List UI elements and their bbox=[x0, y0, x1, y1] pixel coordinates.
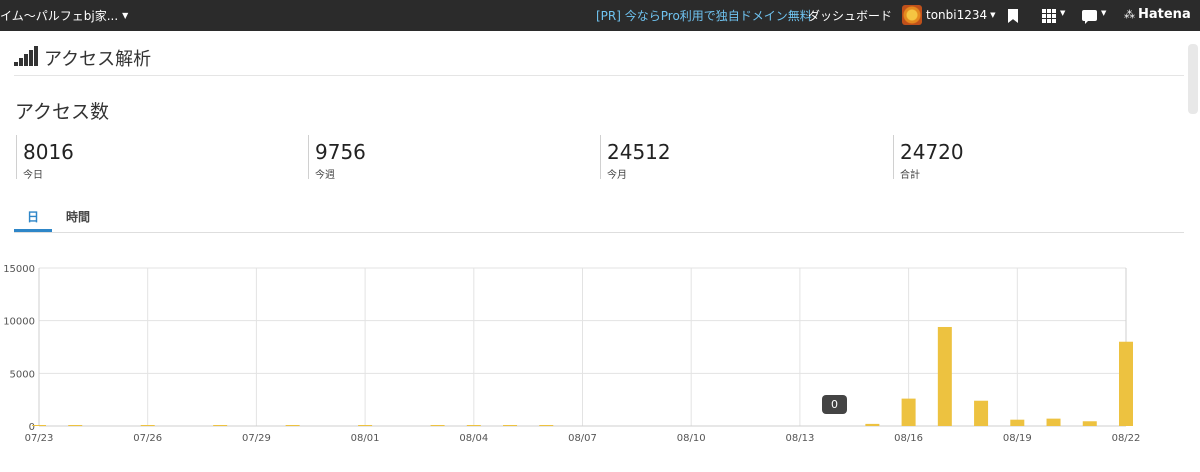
signal-bars-icon bbox=[14, 46, 40, 66]
x-tick-label: 08/13 bbox=[785, 433, 814, 444]
stat-value: 24512 bbox=[607, 140, 671, 164]
notification-bubble-icon[interactable] bbox=[1082, 10, 1097, 24]
scrollbar-thumb[interactable] bbox=[1188, 44, 1198, 114]
x-tick-label: 08/01 bbox=[351, 433, 380, 444]
chart-bar bbox=[503, 425, 518, 426]
chart-bar bbox=[1119, 341, 1133, 426]
access-bar-chart: 15000100005000007/23 07/26 07/29 08/01 08/04… bbox=[3, 264, 1141, 444]
x-tick-label: 08/19 bbox=[1003, 433, 1032, 444]
avatar bbox=[902, 5, 922, 25]
chart-tooltip: 0 bbox=[822, 395, 847, 414]
user-menu[interactable]: tonbi1234 ▼ bbox=[902, 5, 996, 25]
stat-total: 24720 合計 bbox=[893, 135, 964, 181]
apps-grid-icon[interactable] bbox=[1042, 9, 1056, 23]
tab-hour[interactable]: 時間 bbox=[66, 208, 90, 225]
chart-bar bbox=[1082, 421, 1097, 426]
chart-bar bbox=[937, 326, 952, 426]
bookmark-icon[interactable] bbox=[1008, 9, 1018, 23]
y-tick-label: 5000 bbox=[10, 369, 35, 380]
y-tick-label: 10000 bbox=[3, 317, 35, 328]
chevron-down-icon: ▼ bbox=[122, 11, 129, 20]
x-tick-label: 08/04 bbox=[459, 433, 488, 444]
blog-name: イム〜パルフェbj家... bbox=[0, 9, 119, 23]
brand-name: Hatena bbox=[1138, 7, 1191, 22]
stat-week: 9756 今週 bbox=[308, 135, 366, 181]
chart-bar bbox=[865, 423, 880, 426]
chart-bar bbox=[1010, 419, 1025, 426]
stat-label: 合計 bbox=[900, 170, 920, 181]
stat-label: 今週 bbox=[315, 170, 335, 181]
x-tick-label: 08/07 bbox=[568, 433, 597, 444]
chevron-down-icon: ▼ bbox=[990, 11, 996, 19]
y-tick-label: 0 bbox=[29, 422, 35, 433]
stat-today: 8016 今日 bbox=[16, 135, 74, 181]
top-navigation-bar: イム〜パルフェbj家... ▼ [PR] 今ならPro利用で独自ドメイン無料 ダッ… bbox=[0, 0, 1200, 31]
tab-day[interactable]: 日 bbox=[14, 208, 52, 232]
hatena-logo[interactable]: ⁂ Hatena bbox=[1124, 7, 1191, 22]
x-tick-label: 08/10 bbox=[677, 433, 706, 444]
chart-bar bbox=[68, 425, 83, 426]
pr-link[interactable]: [PR] 今ならPro利用で独自ドメイン無料 bbox=[596, 7, 812, 24]
dashboard-link[interactable]: ダッシュボード bbox=[808, 7, 892, 24]
stat-value: 8016 bbox=[23, 140, 74, 164]
chart-bar bbox=[466, 425, 481, 426]
blog-switcher[interactable]: イム〜パルフェbj家... ▼ bbox=[0, 7, 128, 24]
section-title: アクセス数 bbox=[15, 101, 110, 123]
chart-bar bbox=[1046, 418, 1061, 426]
stat-value: 9756 bbox=[315, 140, 366, 164]
chart-bar bbox=[901, 398, 916, 426]
page-header: アクセス解析 bbox=[14, 44, 1184, 76]
y-tick-label: 15000 bbox=[3, 264, 35, 275]
chart-bar bbox=[140, 425, 155, 426]
x-tick-label: 08/16 bbox=[894, 433, 923, 444]
chart-bar bbox=[430, 425, 445, 426]
page-title: アクセス解析 bbox=[44, 49, 152, 70]
stat-label: 今月 bbox=[607, 170, 627, 181]
chart-bar bbox=[32, 425, 46, 426]
chart-bar bbox=[285, 425, 300, 426]
chart-bar bbox=[539, 425, 554, 426]
chevron-down-icon: ▼ bbox=[1060, 9, 1066, 17]
x-tick-label: 07/23 bbox=[25, 433, 54, 444]
x-tick-label: 07/26 bbox=[133, 433, 162, 444]
chart-bar bbox=[358, 425, 373, 426]
x-tick-label: 07/29 bbox=[242, 433, 271, 444]
stat-label: 今日 bbox=[23, 170, 43, 181]
x-tick-label: 08/22 bbox=[1112, 433, 1141, 444]
chevron-down-icon: ▼ bbox=[1101, 9, 1107, 17]
hatena-mark-icon: ⁂ bbox=[1124, 8, 1135, 21]
stat-month: 24512 今月 bbox=[600, 135, 671, 181]
chart-bar bbox=[213, 425, 228, 426]
stat-value: 24720 bbox=[900, 140, 964, 164]
username: tonbi1234 bbox=[926, 8, 988, 22]
view-tabs: 日 時間 bbox=[14, 206, 1184, 233]
chart-bar bbox=[974, 400, 989, 426]
